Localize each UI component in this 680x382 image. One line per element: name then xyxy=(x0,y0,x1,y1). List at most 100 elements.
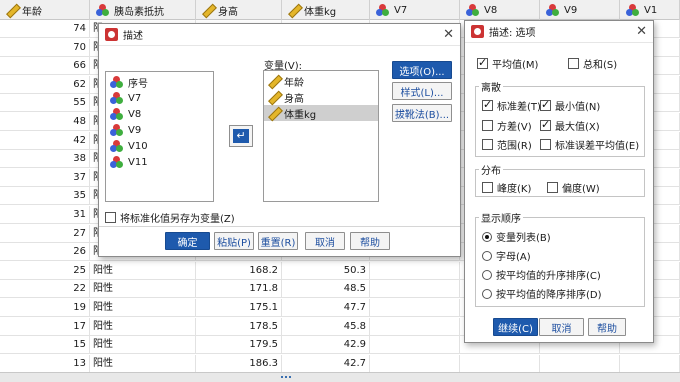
list-item[interactable]: V11 xyxy=(106,154,213,170)
table-cell[interactable]: 阳性 xyxy=(90,354,196,373)
column-header-v8[interactable]: V8 xyxy=(460,0,540,20)
table-cell[interactable]: 阳性 xyxy=(90,299,196,317)
sum-checkbox[interactable]: 总和(S) xyxy=(568,56,617,71)
list-item[interactable]: 身高 xyxy=(264,89,378,105)
option-checkbox[interactable]: 方差(V) xyxy=(482,118,532,133)
column-header-insulin[interactable]: 胰岛素抵抗 xyxy=(90,0,196,20)
radio-button[interactable] xyxy=(482,288,492,299)
continue-button[interactable]: 继续(C) xyxy=(493,318,538,336)
table-cell[interactable]: 55 xyxy=(0,94,90,113)
help-button[interactable]: 帮助 xyxy=(588,318,626,336)
option-checkbox[interactable]: 范围(R) xyxy=(482,137,532,152)
radio-button[interactable] xyxy=(482,250,492,261)
table-cell[interactable]: 66 xyxy=(0,57,90,76)
option-checkbox[interactable]: 最大值(X) xyxy=(540,118,600,133)
table-cell[interactable]: 37 xyxy=(0,168,90,187)
table-cell[interactable]: 35 xyxy=(0,187,90,206)
option-radio[interactable]: 按平均值的升序排序(C) xyxy=(482,267,601,282)
table-cell[interactable]: 阳性 xyxy=(90,261,196,280)
radio-button[interactable] xyxy=(482,231,492,242)
column-header-height[interactable]: 身高 xyxy=(196,0,282,20)
table-cell[interactable]: 阳性 xyxy=(90,336,196,355)
table-cell[interactable]: 50.3 xyxy=(282,261,370,280)
list-item[interactable]: 体重kg xyxy=(264,105,378,121)
column-header-v10[interactable]: V1 xyxy=(620,0,680,20)
checkbox[interactable] xyxy=(105,212,116,223)
table-cell[interactable]: 186.3 xyxy=(196,354,282,373)
scroll-grip-icon[interactable] xyxy=(281,376,293,379)
checkbox[interactable] xyxy=(540,98,551,111)
table-row[interactable]: 13 阳性 186.3 42.7 xyxy=(0,354,680,373)
checkbox[interactable] xyxy=(482,139,493,150)
table-cell[interactable]: 48.5 xyxy=(282,280,370,299)
mean-checkbox[interactable]: 平均值(M) xyxy=(477,56,538,71)
source-variable-list[interactable]: 序号 V7 V8 V9 V10 V11 xyxy=(105,71,214,202)
checkbox[interactable] xyxy=(482,120,493,131)
checkbox[interactable] xyxy=(540,118,551,131)
table-cell[interactable]: 171.8 xyxy=(196,280,282,299)
option-checkbox[interactable]: 偏度(W) xyxy=(547,180,600,195)
column-header-age[interactable]: 年龄 xyxy=(0,0,90,20)
option-radio[interactable]: 按平均值的降序排序(D) xyxy=(482,286,602,301)
table-cell[interactable]: 阳性 xyxy=(90,317,196,336)
table-cell[interactable]: 25 xyxy=(0,261,90,280)
close-icon[interactable]: ✕ xyxy=(636,24,647,39)
table-cell[interactable]: 179.5 xyxy=(196,336,282,355)
checkbox[interactable] xyxy=(477,56,488,69)
table-cell[interactable]: 45.8 xyxy=(282,317,370,336)
table-cell[interactable] xyxy=(370,354,460,373)
options-titlebar[interactable]: 描述: 选项 xyxy=(465,21,653,43)
checkbox[interactable] xyxy=(482,98,493,111)
horizontal-scrollbar[interactable] xyxy=(0,372,680,382)
table-cell[interactable]: 15 xyxy=(0,336,90,355)
table-cell[interactable]: 62 xyxy=(0,75,90,94)
table-cell[interactable] xyxy=(620,354,680,373)
table-cell[interactable]: 42 xyxy=(0,131,90,150)
option-checkbox[interactable]: 标准误差平均值(E) xyxy=(540,137,639,152)
ok-button[interactable]: 确定 xyxy=(165,232,210,250)
table-cell[interactable] xyxy=(460,354,540,373)
table-cell[interactable]: 22 xyxy=(0,280,90,299)
table-cell[interactable]: 阳性 xyxy=(90,280,196,299)
bootstrap-button[interactable]: 拔靴法(B)... xyxy=(392,104,452,122)
style-button[interactable]: 样式(L)... xyxy=(392,82,452,100)
radio-button[interactable] xyxy=(482,269,492,280)
column-header-weight[interactable]: 体重kg xyxy=(282,0,370,20)
option-radio[interactable]: 字母(A) xyxy=(482,248,531,263)
table-cell[interactable] xyxy=(370,261,460,280)
list-item[interactable]: V8 xyxy=(106,106,213,122)
save-standardized-checkbox[interactable]: 将标准化值另存为变量(Z) xyxy=(105,210,235,225)
table-cell[interactable]: 47.7 xyxy=(282,299,370,317)
table-cell[interactable] xyxy=(370,336,460,355)
reset-button[interactable]: 重置(R) xyxy=(258,232,298,250)
close-icon[interactable]: ✕ xyxy=(443,27,454,42)
table-cell[interactable]: 42.7 xyxy=(282,354,370,373)
option-checkbox[interactable]: 峰度(K) xyxy=(482,180,531,195)
table-cell[interactable]: 48 xyxy=(0,113,90,131)
list-item[interactable]: V10 xyxy=(106,138,213,154)
table-cell[interactable] xyxy=(370,299,460,317)
checkbox[interactable] xyxy=(568,58,579,69)
option-checkbox[interactable]: 最小值(N) xyxy=(540,98,600,113)
target-variable-list[interactable]: 年龄 身高 体重kg xyxy=(263,70,379,202)
table-cell[interactable] xyxy=(540,354,620,373)
move-variable-button[interactable]: ↵ xyxy=(229,125,253,147)
table-cell[interactable]: 26 xyxy=(0,243,90,262)
table-cell[interactable]: 42.9 xyxy=(282,336,370,355)
option-radio[interactable]: 变量列表(B) xyxy=(482,229,551,244)
cancel-button[interactable]: 取消 xyxy=(539,318,584,336)
options-button[interactable]: 选项(O)... xyxy=(392,61,452,79)
table-cell[interactable]: 27 xyxy=(0,224,90,243)
table-cell[interactable]: 19 xyxy=(0,299,90,317)
help-button[interactable]: 帮助 xyxy=(350,232,390,250)
table-cell[interactable]: 70 xyxy=(0,38,90,57)
table-cell[interactable] xyxy=(370,317,460,336)
checkbox[interactable] xyxy=(547,182,558,193)
list-item[interactable]: V9 xyxy=(106,122,213,138)
table-cell[interactable]: 38 xyxy=(0,150,90,169)
table-cell[interactable]: 168.2 xyxy=(196,261,282,280)
cancel-button[interactable]: 取消 xyxy=(305,232,345,250)
checkbox[interactable] xyxy=(482,182,493,193)
table-cell[interactable]: 74 xyxy=(0,20,90,38)
table-cell[interactable]: 13 xyxy=(0,354,90,373)
